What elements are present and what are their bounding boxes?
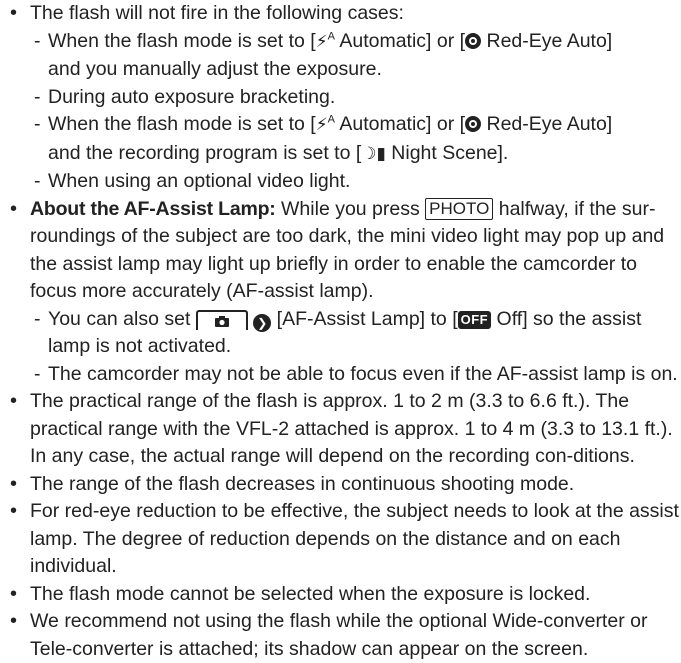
note-flash-range: The practical range of the flash is appr… [10, 388, 681, 471]
note-intro: The flash will not fire in the following… [30, 2, 404, 24]
flash-auto-icon: ⚡ [315, 31, 328, 52]
manual-page: The flash will not fire in the following… [0, 0, 681, 660]
sub-item-af-focus: The camcorder may not be able to focus e… [34, 361, 681, 389]
note-af-assist: About the AF-Assist Lamp: While you pres… [10, 196, 681, 389]
note-continuous-shooting: The range of the flash decreases in cont… [10, 471, 681, 499]
sub-item-bracketing: During auto exposure bracketing. [34, 84, 681, 112]
camera-menu-icon [195, 309, 248, 330]
sub-list: When the flash mode is set to [⚡A Automa… [30, 28, 681, 196]
note-flash-not-fire: The flash will not fire in the following… [10, 0, 681, 196]
af-assist-title: About the AF-Assist Lamp: [30, 197, 276, 220]
note-red-eye: For red-eye reduction to be effective, t… [10, 498, 681, 581]
night-scene-icon: ☽▮ [361, 143, 386, 164]
off-badge: OFF [457, 310, 492, 329]
menu-arrow-icon: ❯ [253, 313, 272, 332]
note-exposure-locked: The flash mode cannot be selected when t… [10, 581, 681, 609]
sub-list: You can also set ❯ [AF-Assist Lamp] to [… [30, 306, 681, 389]
sub-item-manual-exposure: When the flash mode is set to [⚡A Automa… [34, 28, 681, 84]
flash-auto-icon: ⚡ [315, 115, 328, 135]
photo-button-label: PHOTO [425, 197, 494, 220]
sub-item-af-setting: You can also set ❯ [AF-Assist Lamp] to [… [34, 306, 681, 361]
notes-list: The flash will not fire in the following… [0, 0, 681, 663]
red-eye-icon [465, 32, 482, 49]
red-eye-icon [465, 116, 482, 132]
note-converter: We recommend not using the flash while t… [10, 608, 681, 663]
sub-item-video-light: When using an optional video light. [34, 168, 681, 196]
sub-item-night-scene: When the flash mode is set to [⚡A Automa… [34, 111, 681, 168]
